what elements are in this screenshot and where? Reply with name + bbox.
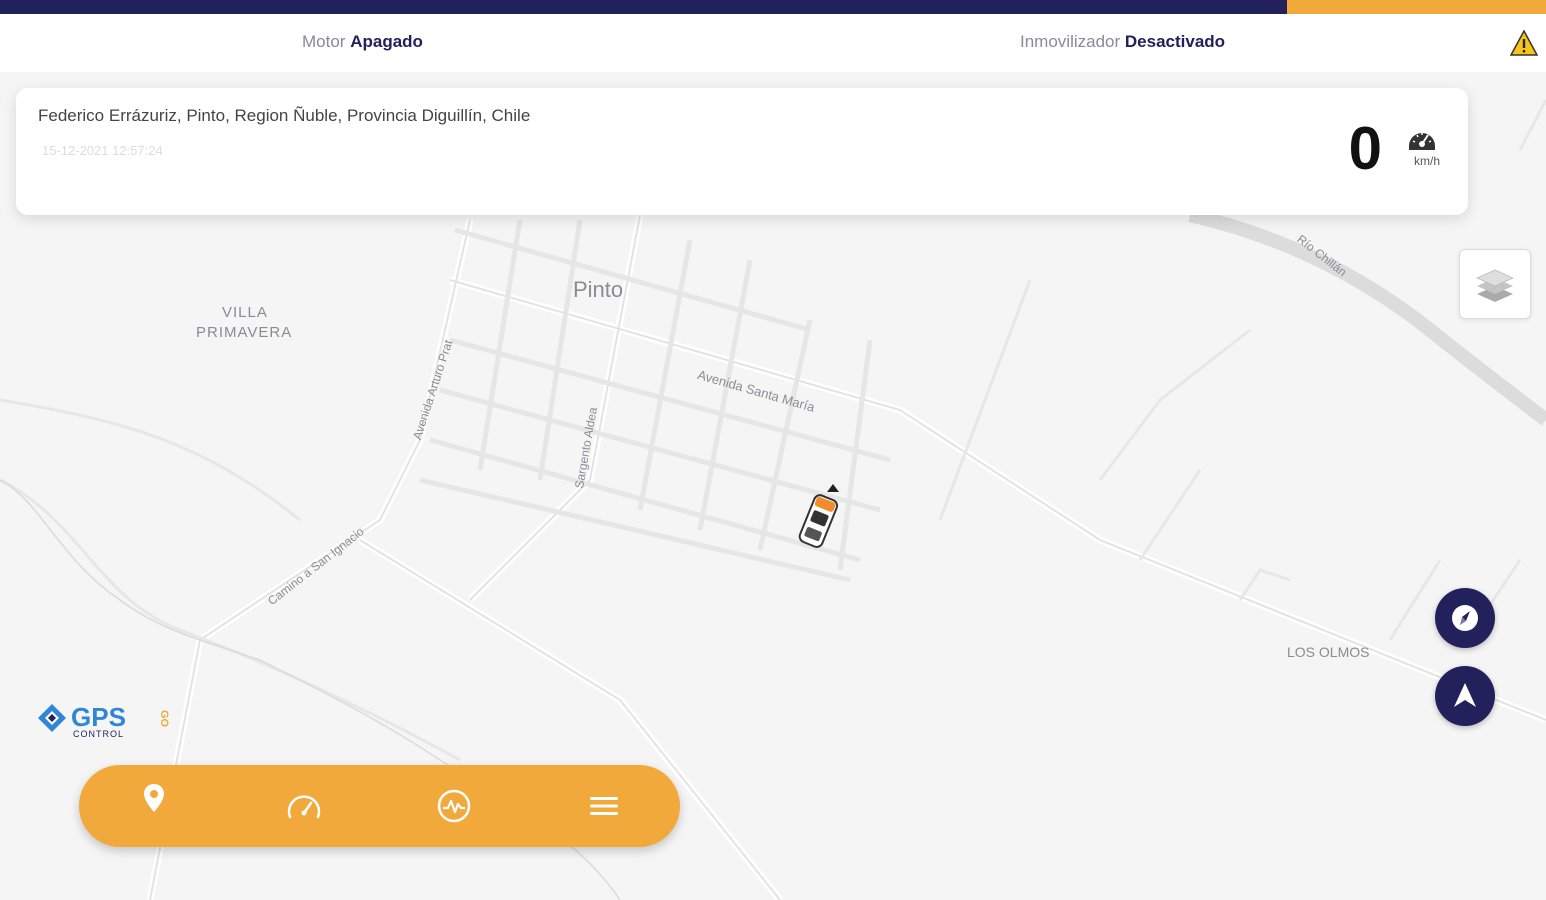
motor-status: Motor Apagado <box>302 32 423 52</box>
menu-icon <box>590 797 618 815</box>
immobilizer-value: Desactivado <box>1124 32 1226 51</box>
location-address: Federico Errázuriz, Pinto, Region Ñuble,… <box>38 106 531 125</box>
top-accent-bar <box>1287 0 1546 14</box>
gpscontrol-logo-graphic: GPS CONTROL GO <box>38 702 170 739</box>
map-label-town: Pinto <box>573 277 624 302</box>
layers-button[interactable] <box>1459 249 1531 319</box>
map-label-villa-1: VILLA <box>222 304 268 321</box>
speedometer-icon <box>1409 133 1435 150</box>
nav-menu[interactable] <box>529 765 679 847</box>
speed-value: 0 <box>1348 115 1382 182</box>
nav-activity[interactable] <box>379 765 529 847</box>
speed-unit: km/h <box>1413 154 1440 168</box>
navigation-arrow-icon <box>1454 683 1476 707</box>
immobilizer-label: Inmovilizador <box>1020 32 1121 51</box>
nav-location[interactable] <box>79 765 229 847</box>
map-label-los-olmos: LOS OLMOS <box>1287 644 1370 660</box>
nav-speedometer[interactable] <box>229 765 379 847</box>
vehicle-marker-icon[interactable] <box>793 482 843 557</box>
bottom-nav <box>79 765 680 847</box>
gpscontrol-logo: GPS CONTROL GO <box>35 700 175 740</box>
location-pin-icon <box>144 784 164 812</box>
motor-value: Apagado <box>350 32 423 51</box>
motor-label: Motor <box>302 32 346 51</box>
logo-sub-text: CONTROL <box>73 729 124 739</box>
layers-icon <box>1476 269 1514 302</box>
compass-button[interactable] <box>1435 588 1495 648</box>
compass-icon <box>1452 605 1478 631</box>
location-card: Federico Errázuriz, Pinto, Region Ñuble,… <box>16 88 1468 215</box>
location-timestamp: 15-12-2021 12:57:24 <box>42 143 163 158</box>
logo-main-text: GPS <box>71 702 126 732</box>
logo-suffix-text: GO <box>158 710 170 728</box>
navigate-button[interactable] <box>1435 666 1495 726</box>
activity-icon <box>437 789 471 823</box>
immobilizer-status: Inmovilizador Desactivado <box>1020 32 1225 52</box>
status-bar: Motor Apagado Inmovilizador Desactivado <box>0 14 1546 72</box>
speedometer-nav-icon <box>287 795 321 819</box>
map-label-villa-2: PRIMAVERA <box>196 324 293 341</box>
warning-icon[interactable] <box>1510 30 1538 56</box>
top-progress-bar <box>0 0 1287 14</box>
